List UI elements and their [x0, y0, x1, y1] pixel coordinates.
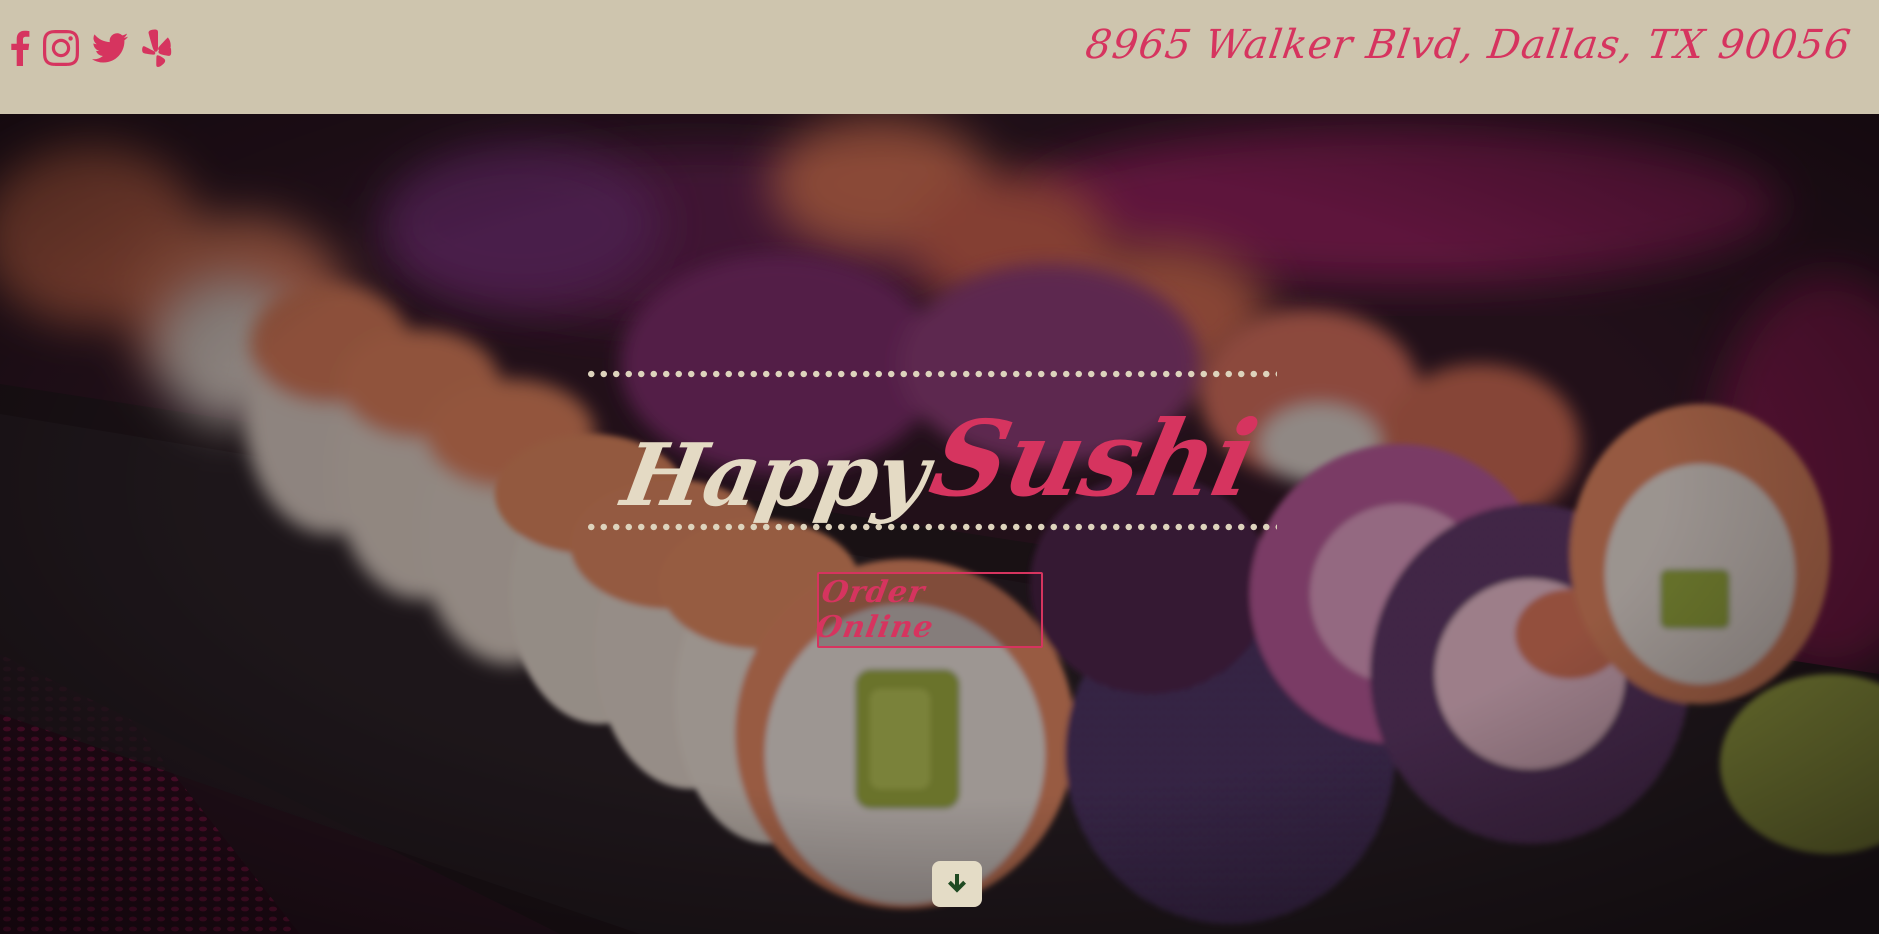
twitter-icon: [92, 33, 128, 63]
arrow-down-icon: [948, 874, 966, 893]
facebook-icon: [11, 30, 30, 66]
dotted-divider-top: [585, 370, 1277, 378]
social-links: [10, 26, 173, 70]
scroll-down-button[interactable]: [932, 861, 982, 907]
yelp-link[interactable]: [141, 29, 173, 67]
restaurant-address: 8965 Walker Blvd, Dallas, TX 90056: [1082, 22, 1855, 68]
instagram-link[interactable]: [43, 30, 79, 66]
twitter-link[interactable]: [92, 33, 128, 63]
hero-title: HappySushi: [0, 397, 1879, 526]
order-online-label: Order Online: [812, 575, 937, 645]
facebook-link[interactable]: [10, 30, 30, 66]
hero-section: HappySushi Order Online: [0, 114, 1879, 934]
hero-title-happy: Happy: [615, 425, 936, 526]
instagram-icon: [43, 30, 79, 66]
order-online-button[interactable]: Order Online: [813, 572, 1043, 648]
yelp-icon: [142, 29, 172, 67]
dotted-divider-bottom: [585, 523, 1277, 531]
top-bar: 8965 Walker Blvd, Dallas, TX 90056: [0, 0, 1879, 114]
hero-title-sushi: Sushi: [920, 397, 1267, 520]
